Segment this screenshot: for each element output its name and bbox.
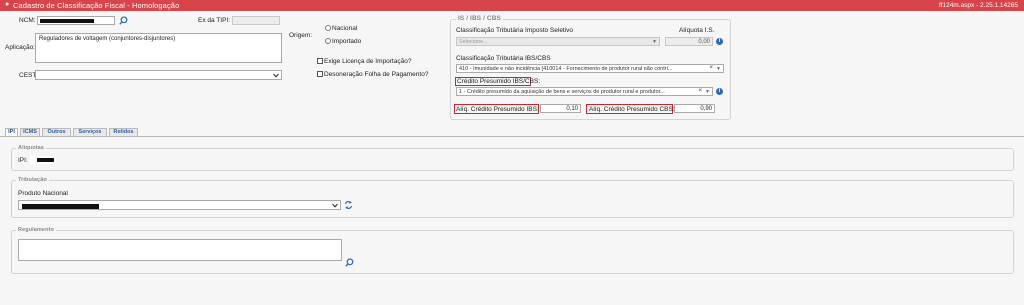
exige-licenca-label: Exige Licença de Importação? (324, 58, 412, 65)
ex-tipi-input[interactable] (232, 16, 280, 25)
tab-ipi[interactable]: IPI (5, 128, 18, 136)
aliquota-is-input[interactable]: 0,00 (665, 37, 713, 46)
aplicacao-label: Aplicação: (5, 44, 35, 51)
bell-icon: ● (5, 1, 10, 8)
page-version: ff124m.aspx - 2.25.1.14265 (938, 1, 1018, 9)
aliquotas-legend: Alíquotas (16, 145, 46, 151)
clear-icon[interactable]: × (698, 88, 702, 94)
chevron-down-icon (273, 73, 279, 78)
aliq-credito-cbs-label: Alíq. Crédito Presumido CBS: (589, 106, 675, 113)
credito-value: 1 - Crédito presumido da aquisição de be… (459, 89, 665, 95)
ncm-input[interactable] (37, 16, 115, 25)
class-ibs-cbs-label: Classificação Tributária IBS/CBS (456, 55, 551, 62)
info-icon[interactable]: i (716, 88, 723, 95)
credito-select[interactable]: 1 - Crédito presumido da aquisição de be… (456, 87, 713, 96)
credito-label: Crédito Presumido IBS/CBS: (457, 78, 541, 85)
tab-retidos[interactable]: Retidos (109, 128, 138, 136)
tab-servicos[interactable]: Serviços (73, 128, 107, 136)
exige-licenca-checkbox[interactable] (317, 58, 323, 64)
ipi-input[interactable] (30, 156, 56, 164)
search-icon[interactable] (119, 16, 128, 25)
chevron-down-icon: ▼ (716, 66, 721, 72)
aliquota-is-label: Alíquota I.S. (679, 27, 715, 34)
origem-importado-radio[interactable] (325, 38, 331, 44)
tributacao-legend: Tributação (16, 177, 49, 183)
produto-label: Produto Nacional (18, 190, 68, 197)
class-ibs-cbs-select[interactable]: 410 - Imunidade e não incidência [410014… (456, 64, 724, 73)
desoneracao-label: Desoneração Folha de Pagamento? (324, 71, 429, 78)
class-is-placeholder: Selecione... (459, 39, 488, 45)
is-ibs-cbs-legend: IS / IBS / CBS (456, 15, 503, 22)
class-ibs-cbs-value: 410 - Imunidade e não incidência [410014… (459, 66, 673, 72)
tab-ipi-label: IPI (8, 129, 15, 135)
refresh-icon[interactable] (344, 200, 353, 210)
origem-importado-label: Importado (332, 38, 362, 45)
ncm-label: NCM: (19, 17, 36, 24)
clear-icon[interactable]: × (709, 65, 713, 71)
origem-nacional-label: Nacional (332, 25, 358, 32)
aliq-credito-cbs-value: 0,90 (700, 106, 712, 112)
ipi-label: IPI: (18, 157, 28, 164)
cest-select[interactable] (35, 70, 282, 80)
tributacao-fieldset (11, 180, 1014, 218)
regulamento-legend: Regulamento (16, 227, 56, 233)
window-title: Cadastro de Classificação Fiscal - Homol… (13, 1, 180, 10)
tab-icms-label: ICMS (23, 129, 37, 135)
chevron-down-icon: ▼ (652, 39, 657, 45)
title-bar: ● Cadastro de Classificação Fiscal - Hom… (0, 0, 1024, 11)
tab-servicos-label: Serviços (78, 129, 102, 135)
regulamento-textarea[interactable] (18, 239, 342, 261)
info-icon[interactable]: i (716, 38, 723, 45)
tab-retidos-label: Retidos (113, 129, 134, 135)
ex-tipi-label: Ex da TIPI: (198, 17, 231, 24)
origem-nacional-radio[interactable] (325, 25, 331, 31)
origem-label: Origem: (289, 32, 313, 39)
class-is-select[interactable]: Selecione... ▼ (456, 37, 660, 46)
tributacao-select[interactable] (18, 200, 341, 210)
tab-outros-label: Outros (47, 129, 66, 135)
aliquota-is-value: 0,00 (698, 39, 710, 45)
aplicacao-textarea[interactable]: Reguladores de voltagem (conjuntores-dis… (35, 33, 282, 63)
aliq-credito-ibs-label: Alíq. Crédito Presumido IBS: (456, 106, 539, 113)
tab-icms[interactable]: ICMS (20, 128, 40, 136)
chevron-down-icon: ▼ (705, 89, 710, 95)
aliq-credito-ibs-value: 0,10 (566, 106, 578, 112)
class-is-label: Classificação Tributária Imposto Seletiv… (456, 27, 574, 34)
aliq-credito-ibs-input[interactable]: 0,10 (540, 104, 581, 113)
desoneracao-checkbox[interactable] (317, 71, 323, 77)
aliq-credito-cbs-input[interactable]: 0,90 (674, 104, 715, 113)
tab-outros[interactable]: Outros (42, 128, 71, 136)
chevron-down-icon (332, 203, 338, 208)
aplicacao-text: Reguladores de voltagem (conjuntores-dis… (39, 36, 176, 42)
search-icon[interactable] (345, 258, 354, 267)
aliquotas-fieldset (11, 148, 1014, 171)
